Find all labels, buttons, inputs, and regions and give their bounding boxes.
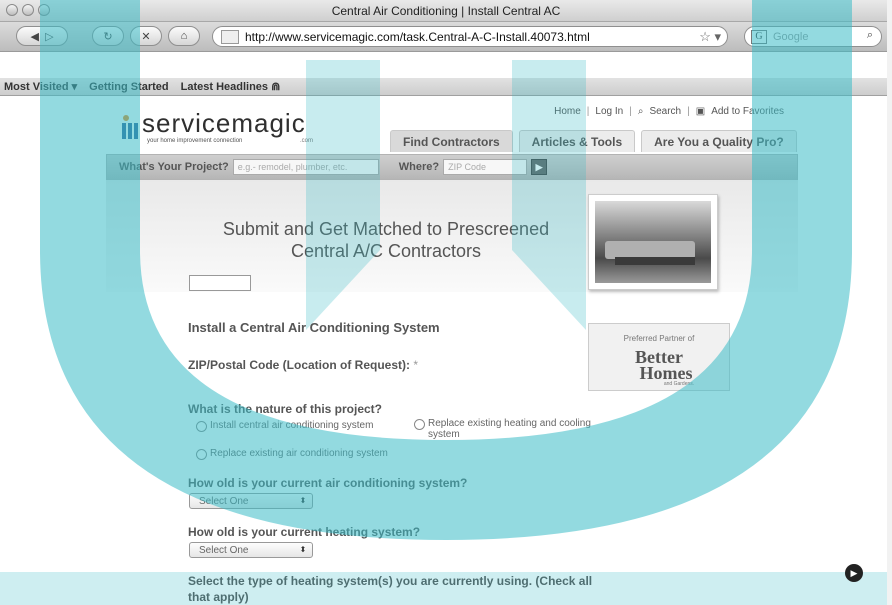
tab-quality-pro[interactable]: Are You a Quality Pro?: [641, 130, 797, 152]
tab-articles-tools[interactable]: Articles & Tools: [518, 130, 636, 152]
back-forward-buttons[interactable]: ◀ ▷: [16, 26, 68, 46]
project-label: What's Your Project?: [119, 161, 229, 173]
home-icon: ⌂: [180, 30, 188, 42]
go-button[interactable]: ▶: [531, 159, 548, 175]
logo-com: .com: [300, 138, 314, 144]
nature-question: What is the nature of this project?: [188, 402, 383, 416]
ac-age-select[interactable]: Select One ⬍: [189, 493, 313, 509]
logo-tagline: your home improvement connection: [147, 138, 243, 144]
favorites-icon: ▣: [695, 106, 706, 117]
search-engine-box[interactable]: G Google ⌕: [744, 26, 882, 47]
forward-arrow-icon[interactable]: ▷: [45, 30, 53, 43]
stop-icon: ✕: [141, 30, 151, 43]
heating-type-line-2: that apply): [188, 590, 249, 604]
main-tabs: Find Contractors Articles & Tools Are Yo…: [390, 130, 797, 152]
login-link[interactable]: Log In: [595, 106, 623, 117]
living-room-photo: [588, 194, 718, 290]
window-right-edge: [887, 0, 892, 605]
heating-type-question: Select the type of heating system(s) you…: [188, 573, 592, 605]
partner-badge[interactable]: Preferred Partner of Better Homes and Ga…: [588, 323, 730, 391]
zip-search-input[interactable]: ZIP Code: [443, 159, 528, 175]
radio-icon[interactable]: [196, 449, 207, 460]
heating-type-line-1: Select the type of heating system(s) you…: [188, 574, 593, 588]
heating-age-question: How old is your current heating system?: [188, 525, 421, 539]
site-favicon-icon: [221, 29, 239, 44]
bookmark-star-icon[interactable]: ☆ ▾: [699, 29, 721, 45]
utility-links: Home | Log In | ⌕ Search | ▣ Add to Favo…: [554, 106, 784, 117]
bookmark-most-visited[interactable]: Most Visited ▾: [4, 80, 77, 93]
heating-age-select[interactable]: Select One ⬍: [189, 542, 313, 558]
radio-icon[interactable]: [196, 421, 207, 432]
back-arrow-icon[interactable]: ◀: [30, 30, 38, 43]
project-search-strip: What's Your Project? e.g.- remodel, plum…: [106, 154, 798, 180]
magnifier-icon[interactable]: ⌕: [867, 29, 873, 42]
tab-find-contractors[interactable]: Find Contractors: [390, 130, 513, 152]
zip-field[interactable]: [189, 275, 251, 291]
next-arrow-button[interactable]: ▶: [845, 564, 863, 582]
option-label: Install central air conditioning system: [210, 420, 374, 431]
navigation-toolbar: ◀ ▷ ↻ ✕ ⌂ http://www.servicemagic.com/ta…: [0, 22, 892, 52]
add-favorites-link[interactable]: Add to Favorites: [711, 106, 784, 117]
home-link[interactable]: Home: [554, 106, 581, 117]
ac-age-question: How old is your current air conditioning…: [188, 476, 468, 490]
hero-line-2: Central A/C Contractors: [290, 241, 482, 261]
stop-button[interactable]: ✕: [130, 26, 162, 46]
url-text[interactable]: http://www.servicemagic.com/task.Central…: [245, 30, 590, 44]
search-placeholder: Google: [773, 30, 809, 43]
address-bar[interactable]: http://www.servicemagic.com/task.Central…: [212, 26, 728, 47]
bookmark-getting-started[interactable]: Getting Started: [89, 81, 168, 93]
bookmarks-bar: Most Visited ▾ Getting Started Latest He…: [0, 78, 892, 96]
where-label: Where?: [398, 161, 440, 173]
zip-label: ZIP/Postal Code (Location of Request):: [188, 358, 411, 372]
option-replace-ac[interactable]: Replace existing air conditioning system: [196, 448, 388, 460]
required-marker: *: [413, 358, 419, 372]
home-button[interactable]: ⌂: [168, 26, 200, 46]
zip-question: ZIP/Postal Code (Location of Request): *: [188, 358, 418, 372]
project-placeholder: e.g.- remodel, plumber, etc.: [237, 162, 348, 172]
select-arrows-icon: ⬍: [299, 545, 307, 554]
play-arrow-icon: ▶: [850, 567, 858, 578]
option-label: Replace existing heating and cooling sys…: [428, 418, 591, 440]
select-value: Select One: [199, 495, 249, 507]
search-link[interactable]: Search: [649, 106, 681, 117]
select-arrows-icon: ⬍: [299, 496, 307, 505]
photo-image: [595, 201, 711, 283]
web-page: servicemagic your home improvement conne…: [0, 96, 892, 605]
hero-line-1: Submit and Get Matched to Prescreened: [222, 219, 550, 239]
logo-mark-icon: [122, 115, 138, 139]
select-value: Select One: [199, 544, 249, 556]
partner-label: Preferred Partner of: [623, 334, 695, 343]
reload-icon: ↻: [103, 30, 113, 43]
option-label: Replace existing air conditioning system: [210, 448, 388, 459]
reload-button[interactable]: ↻: [92, 26, 124, 46]
search-small-icon: ⌕: [637, 106, 644, 117]
form-title: Install a Central Air Conditioning Syste…: [188, 320, 440, 335]
google-icon[interactable]: G: [751, 29, 767, 44]
zip-search-placeholder: ZIP Code: [448, 162, 486, 172]
project-input[interactable]: e.g.- remodel, plumber, etc.: [232, 159, 379, 175]
bookmark-latest-headlines[interactable]: Latest Headlines ⋒: [181, 80, 281, 93]
arrow-right-icon: ▶: [535, 161, 543, 172]
bhg-line-2: Homes: [639, 363, 693, 383]
option-replace-heating-cooling[interactable]: Replace existing heating and cooling sys…: [414, 418, 614, 440]
radio-icon[interactable]: [414, 419, 425, 430]
hero-title: Submit and Get Matched to Prescreened Ce…: [206, 218, 566, 262]
window-title: Central Air Conditioning | Install Centr…: [331, 4, 561, 18]
option-install-central-ac[interactable]: Install central air conditioning system: [196, 420, 373, 432]
window-titlebar: Central Air Conditioning | Install Centr…: [0, 0, 892, 22]
bhg-logo: Better Homes: [589, 348, 729, 383]
logo-wordmark: servicemagic: [142, 108, 306, 138]
